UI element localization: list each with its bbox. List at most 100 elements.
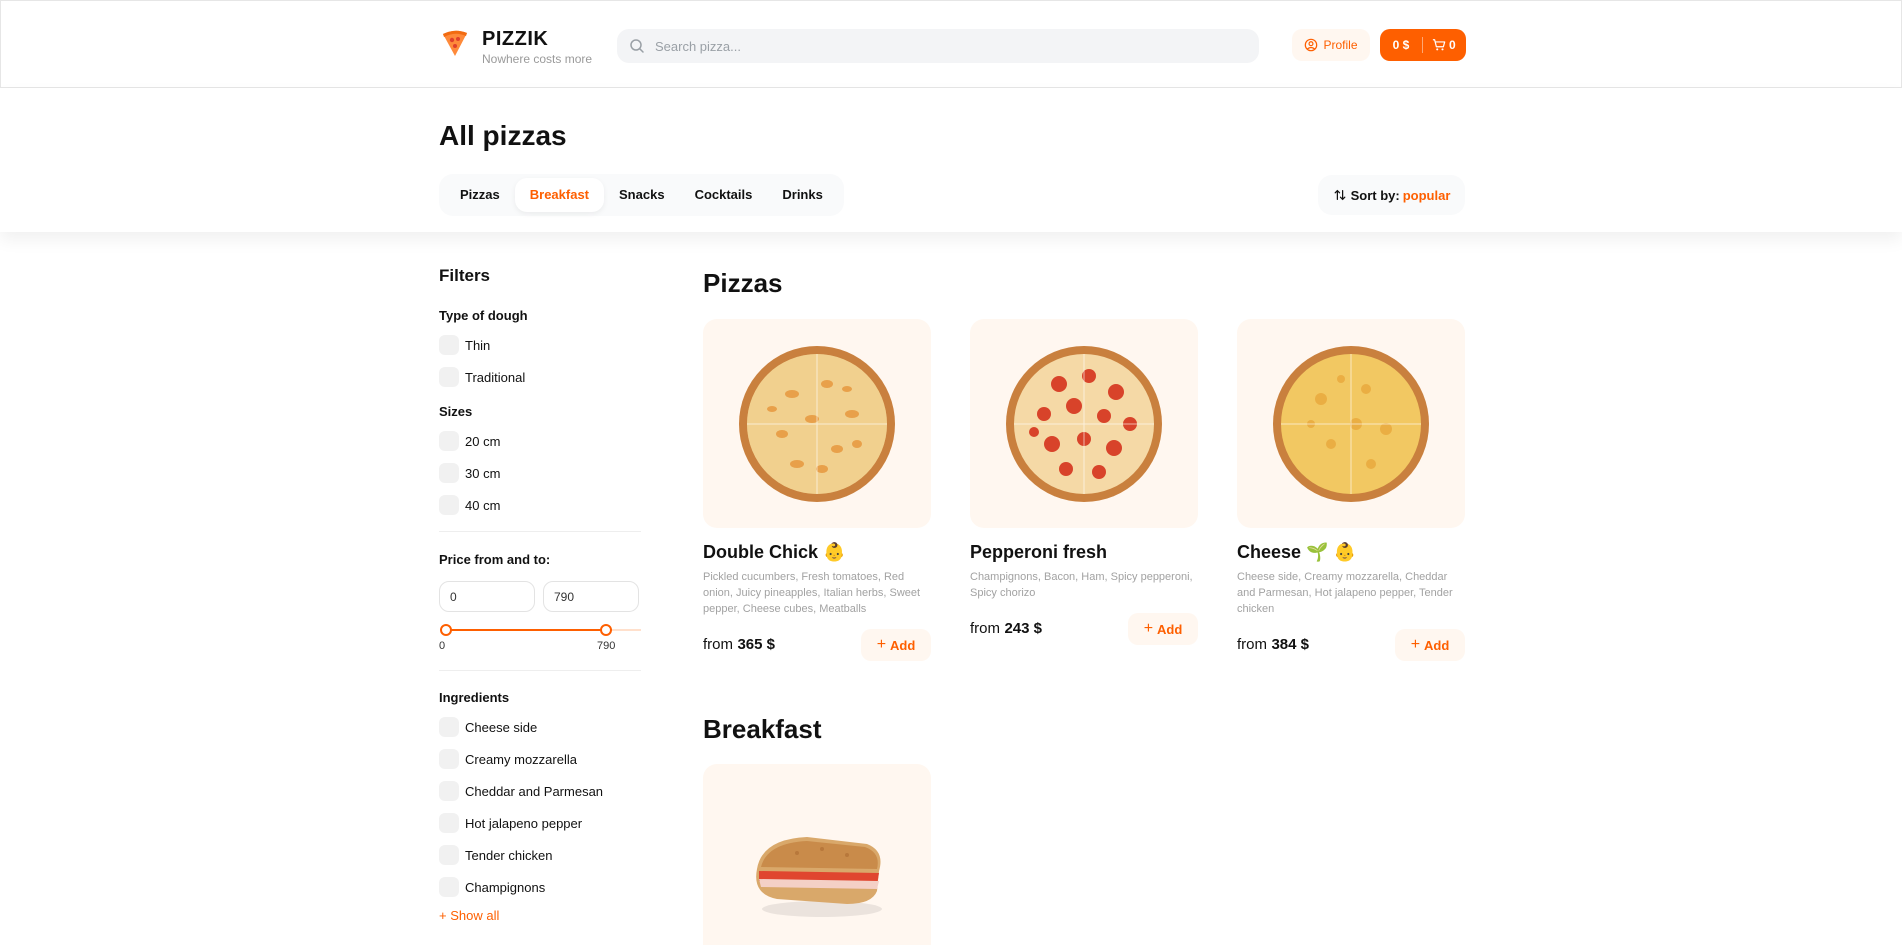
profile-label: Profile bbox=[1323, 38, 1358, 52]
checkbox-label: Traditional bbox=[465, 369, 526, 385]
checkbox[interactable] bbox=[439, 717, 459, 737]
brand-name: PIZZIK bbox=[482, 28, 549, 50]
product-card[interactable]: Pepperoni fresh Champignons, Bacon, Ham,… bbox=[970, 319, 1198, 645]
product-name[interactable]: Double Chick 👶 bbox=[703, 541, 931, 563]
cart-button[interactable]: 0 $ 0 bbox=[1380, 29, 1466, 61]
size-option-20[interactable]: 20 cm bbox=[439, 431, 500, 451]
checkbox-label: Hot jalapeno pepper bbox=[465, 815, 583, 831]
price-prefix: from bbox=[970, 620, 1000, 637]
cart-icon bbox=[1432, 39, 1446, 51]
add-label: Add bbox=[890, 637, 916, 653]
product-card[interactable]: Double Chick 👶 Pickled cucumbers, Fresh … bbox=[703, 319, 931, 661]
product-card[interactable] bbox=[703, 764, 931, 945]
checkbox-label: Tender chicken bbox=[465, 847, 553, 863]
user-circle-icon bbox=[1305, 38, 1318, 52]
size-option-40[interactable]: 40 cm bbox=[439, 495, 500, 515]
price-from-input[interactable] bbox=[439, 581, 535, 612]
checkbox[interactable] bbox=[439, 845, 459, 865]
ingredient-option[interactable]: Creamy mozzarella bbox=[439, 749, 577, 769]
ingredients-filter-label: Ingredients bbox=[439, 690, 510, 705]
ingredient-option[interactable]: Cheese side bbox=[439, 717, 537, 737]
checkbox[interactable] bbox=[439, 335, 459, 355]
checkbox[interactable] bbox=[439, 781, 459, 801]
vegetarian-kids-badge-icon: 🌱 👶 bbox=[1306, 542, 1356, 562]
search-bar[interactable] bbox=[617, 29, 1259, 63]
pizza-logo-icon bbox=[443, 30, 467, 56]
plus-icon: + bbox=[876, 636, 887, 653]
chicken-pizza-image bbox=[739, 345, 895, 502]
product-title: Pepperoni fresh bbox=[970, 542, 1108, 562]
product-title: Cheese bbox=[1237, 542, 1302, 562]
product-name[interactable]: Pepperoni fresh bbox=[970, 541, 1198, 563]
product-name[interactable]: Cheese 🌱 👶 bbox=[1237, 541, 1465, 563]
slider-max-label: 790 bbox=[597, 640, 616, 652]
price-to-input[interactable] bbox=[543, 581, 639, 612]
ingredient-option[interactable]: Hot jalapeno pepper bbox=[439, 813, 582, 833]
sort-label: Sort by: bbox=[1350, 187, 1400, 203]
ingredient-option[interactable]: Tender chicken bbox=[439, 845, 552, 865]
price-value: 384 $ bbox=[1271, 636, 1309, 653]
cart-total: 0 $ bbox=[1392, 38, 1410, 52]
product-price: from 365 $ bbox=[703, 636, 775, 654]
product-image[interactable] bbox=[1237, 319, 1465, 528]
price-range-slider[interactable] bbox=[440, 624, 641, 636]
add-label: Add bbox=[1424, 637, 1450, 653]
sandwich-image bbox=[756, 836, 882, 917]
checkbox[interactable] bbox=[439, 367, 459, 387]
plus-icon: + bbox=[1410, 636, 1421, 653]
section-title-pizzas: Pizzas bbox=[703, 268, 783, 298]
logo[interactable]: PIZZIK Nowhere costs more bbox=[441, 28, 592, 66]
search-input[interactable] bbox=[655, 38, 1235, 54]
ingredient-option[interactable]: Champignons bbox=[439, 877, 545, 897]
checkbox-label: Creamy mozzarella bbox=[465, 751, 577, 767]
price-filter-label: Price from and to: bbox=[439, 552, 551, 567]
checkbox-label: Champignons bbox=[465, 879, 546, 895]
profile-button[interactable]: Profile bbox=[1292, 29, 1370, 61]
price-value: 365 $ bbox=[737, 636, 775, 653]
sort-button[interactable]: Sort by: popular bbox=[1318, 175, 1465, 215]
product-card[interactable]: Cheese 🌱 👶 Cheese side, Creamy mozzarell… bbox=[1237, 319, 1465, 661]
checkbox[interactable] bbox=[439, 463, 459, 483]
sort-value: popular bbox=[1402, 187, 1451, 203]
show-all-link[interactable]: + Show all bbox=[439, 908, 499, 923]
cart-count: 0 bbox=[1449, 38, 1456, 52]
checkbox[interactable] bbox=[439, 749, 459, 769]
price-prefix: from bbox=[1237, 636, 1267, 653]
slider-max-handle[interactable] bbox=[600, 624, 612, 636]
checkbox-label: Cheese side bbox=[465, 719, 538, 735]
filters-title: Filters bbox=[439, 266, 491, 285]
checkbox[interactable] bbox=[439, 495, 459, 515]
slider-min-handle[interactable] bbox=[440, 624, 452, 636]
product-image[interactable] bbox=[703, 319, 931, 528]
checkbox[interactable] bbox=[439, 813, 459, 833]
add-to-cart-button[interactable]: + Add bbox=[861, 629, 931, 661]
product-image[interactable] bbox=[970, 319, 1198, 528]
tab-breakfast[interactable]: Breakfast bbox=[514, 178, 605, 212]
tab-pizzas[interactable]: Pizzas bbox=[445, 178, 515, 212]
filter-divider bbox=[439, 670, 641, 671]
product-price: from 243 $ bbox=[970, 620, 1042, 638]
size-option-30[interactable]: 30 cm bbox=[439, 463, 500, 483]
product-description: Cheese side, Creamy mozzarella, Cheddar … bbox=[1237, 571, 1453, 615]
category-topbar bbox=[0, 88, 1902, 232]
tab-snacks[interactable]: Snacks bbox=[604, 178, 680, 212]
product-description: Champignons, Bacon, Ham, Spicy pepperoni… bbox=[970, 571, 1193, 599]
tab-cocktails[interactable]: Cocktails bbox=[680, 178, 768, 212]
checkbox[interactable] bbox=[439, 877, 459, 897]
add-label: Add bbox=[1157, 621, 1183, 637]
checkbox[interactable] bbox=[439, 431, 459, 451]
page-title: All pizzas bbox=[439, 120, 567, 151]
dough-option-traditional[interactable]: Traditional bbox=[439, 367, 525, 387]
add-to-cart-button[interactable]: + Add bbox=[1128, 613, 1198, 645]
filter-divider bbox=[439, 531, 641, 532]
add-to-cart-button[interactable]: + Add bbox=[1395, 629, 1465, 661]
product-price: from 384 $ bbox=[1237, 636, 1309, 654]
plus-icon: + bbox=[1143, 620, 1154, 637]
product-image[interactable] bbox=[703, 764, 931, 945]
dough-option-thin[interactable]: Thin bbox=[439, 335, 490, 355]
checkbox-label: 40 cm bbox=[465, 497, 501, 513]
tab-drinks[interactable]: Drinks bbox=[767, 178, 837, 212]
product-description: Pickled cucumbers, Fresh tomatoes, Red o… bbox=[703, 571, 921, 615]
ingredient-option[interactable]: Cheddar and Parmesan bbox=[439, 781, 603, 801]
checkbox-label: Cheddar and Parmesan bbox=[465, 783, 604, 799]
